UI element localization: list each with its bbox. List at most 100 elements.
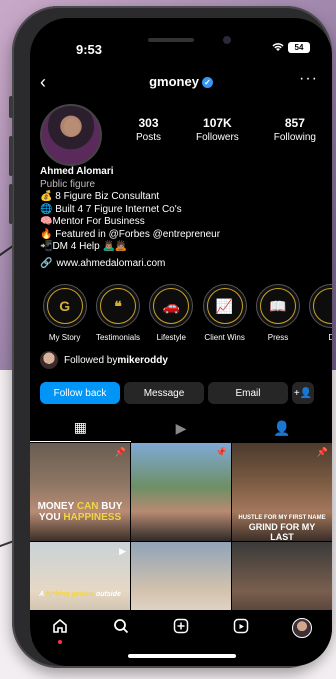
profile-actions: Follow back Message Email +👤 <box>40 382 324 404</box>
reel-icon: ▶ <box>119 546 126 556</box>
caption-line: GRIND FOR MY LAST <box>248 522 316 541</box>
highlight-ring: 📖 <box>255 284 300 328</box>
home-icon[interactable] <box>46 618 74 644</box>
grid-icon: ▦ <box>73 419 87 435</box>
highlight-ring <box>309 284 332 328</box>
pin-icon: 📌 <box>316 447 328 457</box>
profile-avatar[interactable] <box>40 104 102 166</box>
profile-username: gmoney ✓ <box>30 74 332 89</box>
story-highlights: G My Story ❝ Testimonials 🚗 Lifestyle 📈 … <box>38 284 332 342</box>
pin-icon: 📌 <box>114 447 126 457</box>
caption-highlight: HAPPINESS <box>63 512 122 523</box>
caption-word: BUY <box>98 501 123 512</box>
follower-avatar <box>40 351 58 369</box>
book-icon: 📖 <box>259 288 296 324</box>
highlight-client-wins[interactable]: 📈 Client Wins <box>198 284 251 342</box>
profile-tabs: ▦ ▶ 👤 <box>30 414 332 442</box>
stat-label: Followers <box>195 132 239 143</box>
post-caption: MONEY CAN BUY YOU HAPPINESS <box>34 501 126 523</box>
highlight-ring: ❝ <box>95 284 140 328</box>
reels-nav-icon[interactable] <box>227 618 255 638</box>
highlight-testimonials[interactable]: ❝ Testimonials <box>91 284 144 342</box>
post-thumbnail[interactable]: 📌 MONEY CAN BUY YOU HAPPINESS <box>30 443 130 541</box>
battery-icon: 54 <box>288 42 310 53</box>
status-time: 9:53 <box>76 42 103 57</box>
more-options-icon[interactable]: ··· <box>299 70 318 88</box>
speaker-grille <box>148 38 194 42</box>
bio-line: 📲DM 4 Help 🙇🏽‍♂️🙇🏽 <box>40 241 128 252</box>
stat-posts[interactable]: 303 Posts <box>136 116 161 143</box>
highlight-ring: 📈 <box>202 284 247 328</box>
username-text: gmoney <box>149 74 199 89</box>
highlight-label: My Story <box>48 333 81 342</box>
link-icon: 🔗 <box>40 258 53 269</box>
followed-by[interactable]: Followed by mikeroddy <box>40 351 168 369</box>
followed-by-prefix: Followed by <box>64 354 118 366</box>
stat-number: 107K <box>203 116 232 130</box>
stat-number: 303 <box>138 116 159 130</box>
front-camera <box>223 36 231 44</box>
tagged-icon: 👤 <box>272 419 291 436</box>
mute-switch <box>9 96 13 118</box>
search-icon[interactable] <box>107 618 135 638</box>
highlight-ring: 🚗 <box>149 284 194 328</box>
caption-word: A <box>39 591 46 598</box>
caption-word: YOU <box>38 512 64 523</box>
stat-number: 857 <box>284 116 305 130</box>
caption-line: HUSTLE FOR MY FIRST NAME <box>238 515 326 521</box>
post-caption: A fu*king genius outside <box>34 590 126 600</box>
highlight-partial[interactable]: D <box>305 284 332 342</box>
avatar-face <box>64 118 80 136</box>
stat-followers[interactable]: 107K Followers <box>196 116 239 143</box>
profile-avatar-icon <box>291 618 312 638</box>
wifi-icon <box>272 42 284 55</box>
create-post-icon[interactable] <box>167 618 195 638</box>
caption-word: MONEY <box>37 501 77 512</box>
highlight-lifestyle[interactable]: 🚗 Lifestyle <box>145 284 198 342</box>
profile-header: ‹ gmoney ✓ ··· <box>30 70 332 96</box>
highlight-label: Testimonials <box>95 333 140 342</box>
post-thumbnail[interactable]: 📌 HUSTLE FOR MY FIRST NAME GRIND FOR MY … <box>232 443 332 541</box>
link-url: www.ahmedalomari.com <box>56 258 166 269</box>
status-bar: 9:53 54 <box>30 18 332 64</box>
stat-following[interactable]: 857 Following <box>274 116 316 143</box>
highlight-label: Lifestyle <box>156 333 186 342</box>
post-thumbnail[interactable]: 📌 <box>131 443 231 541</box>
highlight-label: Client Wins <box>204 333 245 342</box>
highlight-my-story[interactable]: G My Story <box>38 284 91 342</box>
phone-screen: 9:53 54 ‹ gmoney ✓ ··· 303 Posts 107K Fo… <box>30 18 332 666</box>
stat-label: Following <box>273 132 316 143</box>
tab-reels[interactable]: ▶ <box>131 414 232 442</box>
bio-line: 💰 8 Figure Biz Consultant <box>40 191 160 202</box>
home-indicator[interactable] <box>128 654 236 658</box>
profile-category: Public figure <box>40 178 96 190</box>
caption-highlight: CAN <box>76 501 99 512</box>
tab-tagged[interactable]: 👤 <box>231 414 332 442</box>
highlight-press[interactable]: 📖 Press <box>251 284 304 342</box>
car-icon: 🚗 <box>153 288 190 324</box>
followed-by-user: mikeroddy <box>117 354 168 366</box>
profile-nav-avatar[interactable] <box>288 618 316 638</box>
email-button[interactable]: Email <box>208 382 288 404</box>
highlight-label: Press <box>267 333 289 342</box>
volume-up-button <box>9 136 13 176</box>
profile-stats: 303 Posts 107K Followers 857 Following <box>136 116 316 143</box>
volume-down-button <box>9 184 13 224</box>
caption-word: outside <box>94 591 121 598</box>
follow-back-button[interactable]: Follow back <box>40 382 120 404</box>
post-caption: HUSTLE FOR MY FIRST NAME GRIND FOR MY LA… <box>236 515 328 541</box>
bio-line: 🧠Mentor For Business <box>40 216 145 227</box>
bio-link[interactable]: 🔗 www.ahmedalomari.com <box>40 258 165 269</box>
highlight-label: D <box>328 333 332 342</box>
reels-icon: ▶ <box>175 419 187 436</box>
tab-posts[interactable]: ▦ <box>30 414 131 442</box>
add-person-icon[interactable]: +👤 <box>292 382 314 404</box>
bio-line: 🌐 Built 4 7 Figure Internet Co's <box>40 203 182 215</box>
phone-frame: 9:53 54 ‹ gmoney ✓ ··· 303 Posts 107K Fo… <box>9 6 332 668</box>
pin-icon: 📌 <box>215 447 227 457</box>
display-name: Ahmed Alomari <box>40 166 114 177</box>
profile-bio: Ahmed Alomari Public figure 💰 8 Figure B… <box>40 166 320 254</box>
highlight-cover <box>313 288 332 324</box>
message-button[interactable]: Message <box>124 382 204 404</box>
bio-line: 🔥 Featured in @Forbes @entrepreneur <box>40 228 221 240</box>
